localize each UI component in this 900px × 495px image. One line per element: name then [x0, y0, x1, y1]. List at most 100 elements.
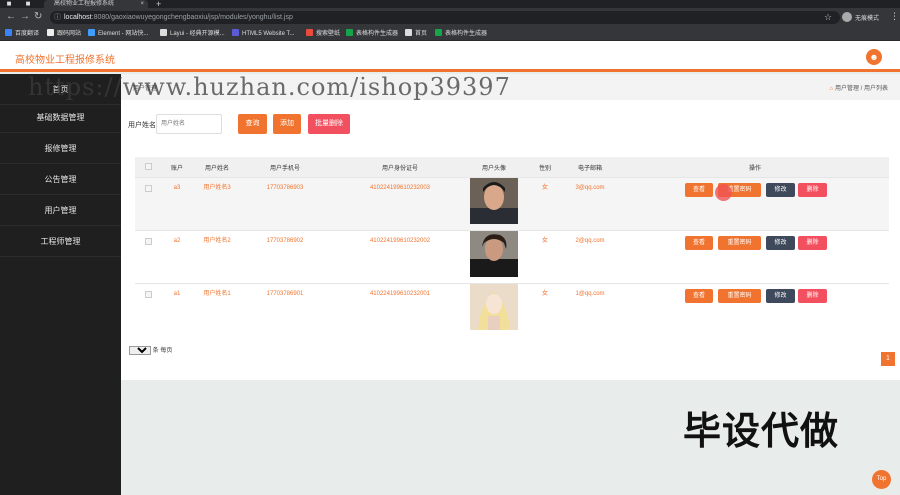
cell-gender: 女	[541, 185, 548, 191]
sidebar-item-label: 用户管理	[44, 206, 77, 215]
app-header: 高校物业工程报修系统 ☻	[0, 41, 900, 72]
cell-id-card: 410224199610232001	[369, 291, 431, 297]
watermark-text: 毕设代做	[683, 409, 840, 453]
bookmark-favicon-icon	[346, 29, 353, 36]
edit-button[interactable]: 修改	[766, 236, 795, 250]
view-button[interactable]: 查看	[685, 236, 713, 250]
bookmark-favicon-icon	[435, 29, 442, 36]
page-number-button[interactable]: 1	[881, 352, 895, 366]
table-header: 账户 用户姓名 用户手机号 用户身份证号 用户头像 性别 电子邮箱 操作	[135, 157, 889, 177]
bookmark-item[interactable]: 跟码网站	[47, 29, 81, 39]
close-tab-icon[interactable]: ×	[140, 0, 144, 8]
add-button[interactable]: 添加	[273, 114, 301, 134]
bookmark-favicon-icon	[5, 29, 12, 36]
query-button[interactable]: 查询	[238, 114, 267, 134]
row-checkbox[interactable]	[145, 238, 152, 245]
sidebar-item-basic-data[interactable]: 基础数据管理	[0, 102, 121, 133]
view-button[interactable]: 查看	[685, 183, 713, 197]
bookmark-item[interactable]: HTML5 Website T...	[232, 29, 294, 39]
bookmark-star-icon[interactable]: ☆	[824, 12, 832, 23]
column-header: 性别	[538, 166, 551, 172]
view-button[interactable]: 查看	[685, 289, 713, 303]
search-input[interactable]	[156, 114, 222, 134]
select-all-checkbox[interactable]	[145, 163, 152, 170]
edit-button[interactable]: 修改	[766, 183, 795, 197]
bookmark-item[interactable]: 表格构件生成器	[435, 29, 487, 39]
cell-phone: 17703786902	[266, 238, 304, 244]
column-header: 账户	[170, 166, 183, 172]
table-row[interactable]: a3 用户姓名3 17703786903 410224199610232003 …	[135, 177, 889, 230]
bookmark-item[interactable]: Layui - 经典开源模...	[160, 29, 225, 39]
user-avatar-icon[interactable]: ☻	[866, 49, 882, 65]
new-tab-icon[interactable]: +	[156, 0, 161, 9]
cell-gender: 女	[541, 291, 548, 297]
sidebar-item-engineers[interactable]: 工程师管理	[0, 226, 121, 257]
sidebar-item-label: 工程师管理	[40, 237, 81, 246]
table-row[interactable]: a1 用户姓名1 17703786901 410224199610232001 …	[135, 283, 889, 336]
cell-phone: 17703786903	[266, 185, 304, 191]
sidebar-item-users[interactable]: 用户管理	[0, 195, 121, 226]
incognito-label: 无痕模式	[855, 16, 880, 22]
sidebar-item-label: 基础数据管理	[36, 113, 85, 122]
cell-email: 1@qq.com	[575, 291, 605, 297]
column-header: 电子邮箱	[577, 166, 602, 172]
browser-tab-strip: ■ ■ 高校物业工程报修系统 × +	[0, 0, 900, 9]
url-host: localhost	[64, 14, 92, 21]
row-checkbox[interactable]	[145, 185, 152, 192]
reload-icon[interactable]: ↻	[34, 11, 42, 23]
cell-email: 2@qq.com	[575, 238, 605, 244]
page-size-select[interactable]: 10	[129, 346, 151, 355]
bookmark-item[interactable]: 搜索壁纸	[306, 29, 340, 39]
per-page-label: 条 每页	[152, 348, 173, 354]
bookmark-item[interactable]: Element - 网站快...	[88, 29, 148, 39]
cell-gender: 女	[541, 238, 548, 244]
browser-tab[interactable]: 高校物业工程报修系统 ×	[44, 0, 148, 8]
site-info-icon[interactable]: ⓘ	[54, 11, 61, 24]
edit-button[interactable]: 修改	[766, 289, 795, 303]
table-row[interactable]: a2 用户姓名2 17703786902 410224199610232002 …	[135, 230, 889, 283]
cursor-highlight	[715, 184, 732, 201]
bookmark-item[interactable]: 表格构件生成器	[346, 29, 398, 39]
browser-menu-icon[interactable]: ⋮	[890, 11, 899, 22]
cell-account: a1	[173, 291, 181, 297]
bookmark-item[interactable]: 首页	[405, 29, 427, 39]
sidebar-item-label: 公告管理	[44, 175, 77, 184]
column-header: 用户手机号	[269, 166, 300, 172]
bookmark-favicon-icon	[160, 29, 167, 36]
column-header: 用户身份证号	[381, 166, 418, 172]
user-avatar-photo[interactable]	[470, 284, 518, 330]
bookmark-favicon-icon	[232, 29, 239, 36]
back-to-top-button[interactable]: Top	[872, 470, 891, 489]
reset-password-button[interactable]: 重置密码	[718, 236, 761, 250]
reset-password-button[interactable]: 重置密码	[718, 289, 761, 303]
watermark-url: https://www.huzhan.com/ishop39397	[28, 73, 511, 101]
window-menu-icon[interactable]: ■	[5, 0, 13, 8]
user-list-panel: 用户姓名 查询 添加 批量删除 账户 用户姓名 用户手机号 用户身份证号 用户头…	[121, 100, 900, 380]
row-checkbox[interactable]	[145, 291, 152, 298]
home-icon[interactable]: ⌂	[829, 86, 833, 92]
cell-account: a2	[173, 238, 181, 244]
delete-button[interactable]: 删除	[798, 236, 827, 250]
sidebar-item-notices[interactable]: 公告管理	[0, 164, 121, 195]
back-icon[interactable]: ←	[6, 11, 16, 23]
user-avatar-photo[interactable]	[470, 231, 518, 277]
profile-avatar[interactable]	[842, 12, 852, 22]
column-header: 操作	[748, 166, 761, 172]
delete-button[interactable]: 删除	[798, 289, 827, 303]
bookmark-favicon-icon	[405, 29, 412, 36]
forward-icon[interactable]: →	[20, 11, 30, 23]
bookmarks-bar: 百度翻译 跟码网站 Element - 网站快... Layui - 经典开源模…	[0, 27, 900, 41]
sidebar-item-repairs[interactable]: 报修管理	[0, 133, 121, 164]
user-avatar-photo[interactable]	[470, 178, 518, 224]
cell-id-card: 410224199610232003	[369, 185, 431, 191]
bookmark-favicon-icon	[88, 29, 95, 36]
breadcrumb-path[interactable]: ⌂ 用户管理 / 用户列表	[829, 83, 888, 92]
tab-search-icon[interactable]: ■	[24, 0, 32, 8]
address-toolbar: ← → ↻ ⓘ localhost:8080/gaoxiaowuyegongch…	[0, 8, 900, 27]
cell-account: a3	[173, 185, 181, 191]
bookmark-item[interactable]: 百度翻译	[5, 29, 39, 39]
batch-delete-button[interactable]: 批量删除	[308, 114, 350, 134]
url-field[interactable]: ⓘ localhost:8080/gaoxiaowuyegongchengbao…	[50, 11, 840, 24]
delete-button[interactable]: 删除	[798, 183, 827, 197]
cell-id-card: 410224199610232002	[369, 238, 431, 244]
